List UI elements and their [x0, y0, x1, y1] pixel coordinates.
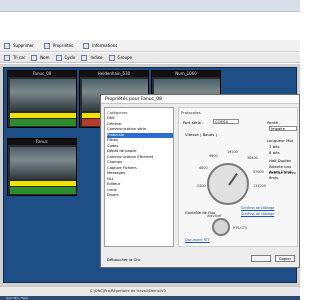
machine-status-bar	[10, 119, 76, 126]
parite-label: Parité	[267, 120, 278, 125]
cycle-icon	[55, 54, 62, 61]
name-icon	[31, 54, 38, 61]
categories-header: Catégories	[107, 110, 128, 115]
longueur-mot-label: Longueur Mot	[267, 138, 294, 143]
half-duplex-label[interactable]: Half Duplex	[269, 158, 291, 163]
vitesse-label: Vitesse ( Bauds )	[185, 132, 217, 137]
flow-control-knob[interactable]	[212, 218, 230, 236]
machine-status	[10, 181, 76, 186]
categories-tree: DNC Général Communication série Protocol…	[107, 116, 173, 199]
port-serie-select[interactable]: COM10	[213, 119, 239, 124]
baud-115200: 115200	[253, 184, 266, 188]
schema-link-1[interactable]: Schéma de câblage	[241, 206, 274, 210]
baud-4800: 4800	[199, 166, 208, 170]
categories-panel: Catégories DNC Général Communication sér…	[104, 107, 174, 247]
baud-57600: 57600	[253, 170, 264, 174]
properties-icon	[43, 42, 50, 49]
sort-cycle-button[interactable]: Cycle	[55, 54, 76, 61]
toolbar-delete-button[interactable]: Supprimer	[4, 42, 34, 49]
machine-title: Fanuc	[8, 139, 76, 145]
sort-name-button[interactable]: Nom	[31, 54, 50, 61]
dialog-title: Propriétés pour Fanuc_08	[105, 97, 163, 102]
machine-status	[10, 113, 76, 118]
schema-link-2[interactable]: Schéma de câblage	[241, 212, 274, 216]
port-serie-label: Port série :	[183, 120, 204, 125]
sort-button[interactable]: Tri car	[4, 54, 26, 61]
sort-icon	[4, 54, 10, 61]
baud-2400: 2400	[197, 184, 206, 188]
toolbar-info-label: Informations	[92, 43, 118, 48]
footer-left-text[interactable]: Déboucher la Cnc	[107, 257, 141, 262]
baud-19200: 19200	[227, 150, 238, 154]
machine-title: Heidenhain_530	[80, 71, 148, 77]
xonxoff-label: Xon/Xoff	[207, 214, 222, 218]
delete-icon	[4, 42, 10, 49]
toolbar-delete-label: Supprimer	[13, 43, 34, 48]
toolbar-properties-label: Propriétés	[52, 43, 74, 48]
properties-dialog: Propriétés pour Fanuc_08 Catégories DNC …	[100, 94, 300, 268]
sort-index-button[interactable]: Indice	[81, 54, 103, 61]
sort-group-label: Groupe	[117, 55, 133, 60]
taskbar: Yucc Pro - Fanc	[0, 296, 300, 300]
copy-button[interactable]: Copier	[275, 255, 295, 262]
main-toolbar: Supprimer Propriétés Informations	[0, 40, 300, 52]
sort-label: Tri car	[13, 55, 26, 60]
protocol-properties: Protocoles Port série : COM10 Parité Imp…	[178, 107, 298, 247]
info-icon	[83, 42, 90, 49]
document-rtf-link[interactable]: Document RTF	[185, 238, 210, 242]
tree-item[interactable]: Divers	[107, 193, 173, 199]
baud-9600: 9600	[209, 154, 218, 158]
properties-header: Protocoles	[181, 110, 201, 115]
window-titlebar	[0, 0, 300, 12]
dialog-titlebar: Propriétés pour Fanuc_08	[101, 95, 299, 104]
machine-image	[10, 147, 76, 179]
toolbar-info-button[interactable]: Informations	[83, 42, 118, 49]
machine-title: Fanuc_08	[8, 71, 76, 77]
index-icon	[81, 54, 88, 61]
rts-cts-label: RTS/CTS	[233, 226, 248, 230]
group-icon	[108, 54, 115, 61]
machine-title: Num_1060	[152, 71, 220, 77]
machine-card-fanuc-08[interactable]: Fanuc_08	[7, 70, 77, 128]
status-path: C:\DNC\Pro\Répertoire de travail\Demo\V0	[90, 289, 166, 293]
baud-38400: 38400	[247, 156, 258, 160]
sort-index-label: Indice	[90, 55, 103, 60]
sort-bar: Tri car Nom Cycle Indice Groupe	[0, 53, 300, 63]
machine-card-fanuc[interactable]: Fanuc	[7, 138, 77, 196]
sort-group-button[interactable]: Groupe	[108, 54, 133, 61]
remise-label[interactable]: Remise à zéro émis	[269, 170, 297, 180]
parite-select[interactable]: Impaire	[269, 126, 297, 131]
baud-rate-knob[interactable]	[207, 163, 249, 205]
sort-cycle-label: Cycle	[64, 55, 76, 60]
ok-button[interactable]	[251, 255, 271, 262]
dialog-footer: Déboucher la Cnc Copier	[101, 251, 299, 269]
machine-status-bar	[10, 187, 76, 194]
toolbar-properties-button[interactable]: Propriétés	[43, 42, 74, 49]
taskbar-text: Yucc Pro - Fanc	[6, 296, 29, 300]
machine-image	[10, 79, 76, 111]
bits-8-label: 8 bits	[269, 150, 280, 155]
sort-name-label: Nom	[40, 55, 50, 60]
bits-7-label: 7 bits	[269, 144, 280, 149]
